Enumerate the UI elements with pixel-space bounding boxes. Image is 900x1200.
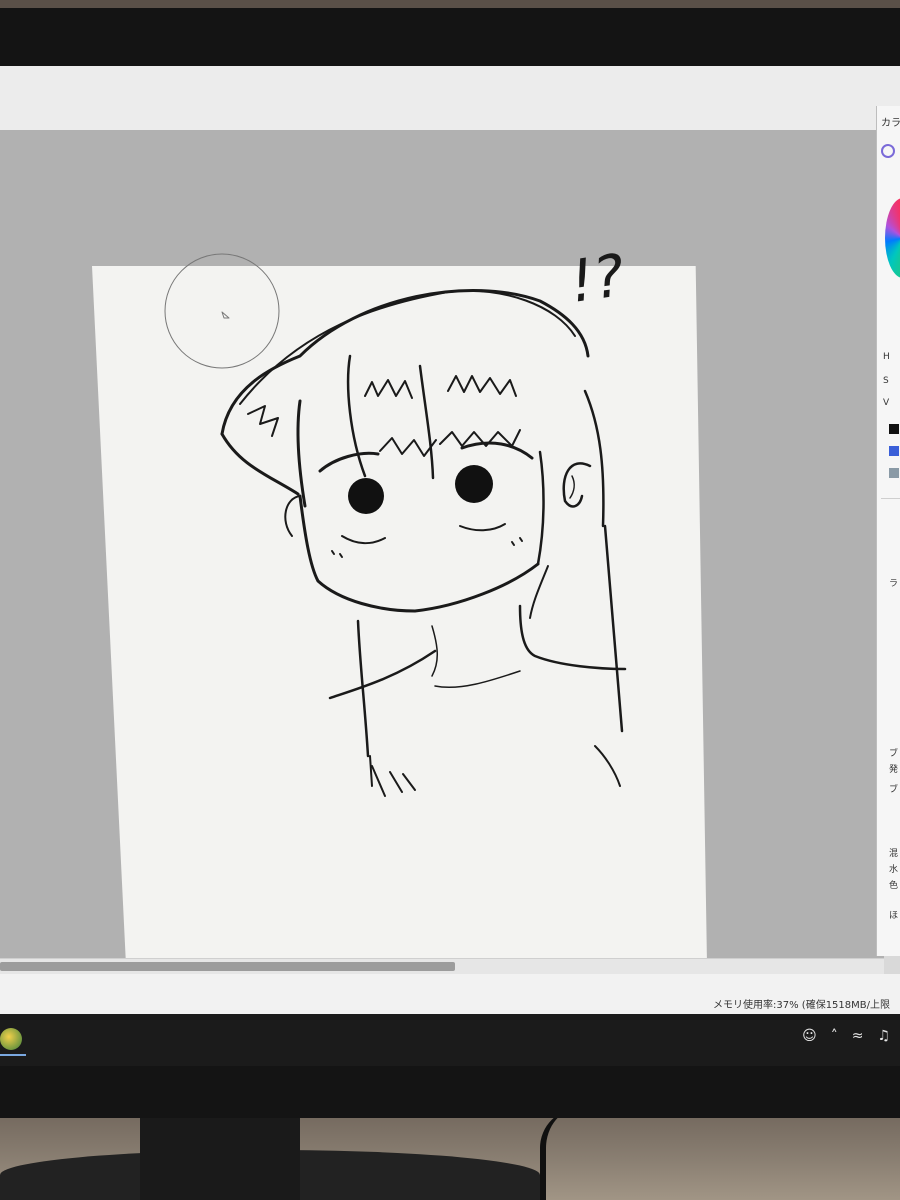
neck-shoulder-left xyxy=(328,649,437,700)
hair-left-tuft xyxy=(220,432,300,496)
taskbar: ☺ ˄ ≈ ♫ xyxy=(0,1014,900,1066)
swatch-blue[interactable] xyxy=(889,446,899,456)
cheek-right xyxy=(511,537,523,546)
hair-fringe-2 xyxy=(447,375,517,397)
face-right-edge xyxy=(536,450,545,566)
face-outline xyxy=(298,494,540,613)
photo-scene: !? カラ H S V ラ ブ 発 ブ 混 水 色 ほ メモリ使用率:37% (… xyxy=(0,0,900,1200)
chevron-up-icon[interactable]: ˄ xyxy=(831,1028,838,1044)
brow-right xyxy=(460,441,534,460)
monitor-stand xyxy=(140,1112,300,1200)
panel-label-5: 混 xyxy=(889,849,899,859)
monitor-bezel: !? カラ H S V ラ ブ 発 ブ 混 水 色 ほ メモリ使用率:37% (… xyxy=(0,8,900,1118)
color-wheel-icon[interactable] xyxy=(881,144,895,158)
arm-right xyxy=(594,745,621,787)
panel-label-4: ブ xyxy=(889,785,899,795)
hair-fringe-3 xyxy=(379,437,437,457)
arm-left xyxy=(369,755,416,797)
hair-strand-1 xyxy=(346,354,367,478)
monitor-screen: !? カラ H S V ラ ブ 発 ブ 混 水 色 ほ メモリ使用率:37% (… xyxy=(0,66,900,1066)
hair-outline xyxy=(220,288,590,436)
wifi-icon[interactable]: ≈ xyxy=(852,1028,864,1044)
saturation-label: S xyxy=(883,376,889,386)
panel-label-1: ラ xyxy=(889,579,899,589)
active-app-indicator xyxy=(0,1054,26,1056)
brow-left xyxy=(318,451,380,473)
hue-label: H xyxy=(883,352,890,362)
collarbone xyxy=(434,670,521,689)
people-icon[interactable]: ☺ xyxy=(802,1028,817,1044)
panel-divider xyxy=(881,498,900,499)
panel-title: カラ xyxy=(881,118,900,129)
value-label: V xyxy=(883,398,890,408)
hair-fringe-1 xyxy=(364,379,413,399)
hair-left-tuft-detail xyxy=(247,405,279,437)
panel-label-7: 色 xyxy=(889,881,899,891)
brush-cursor-circle xyxy=(164,253,280,369)
panel-label-8: ほ xyxy=(889,911,899,921)
eye-left-lid xyxy=(341,535,386,544)
eye-right xyxy=(455,465,493,503)
eye-left xyxy=(348,478,384,514)
hair-strand-2 xyxy=(418,364,435,480)
panel-label-2: ブ xyxy=(889,749,899,759)
hair-side-right xyxy=(583,389,605,528)
color-panel: カラ H S V ラ ブ 発 ブ 混 水 色 ほ xyxy=(876,106,900,956)
ear-right-inner xyxy=(569,475,575,499)
scrollbar-thumb[interactable] xyxy=(0,962,455,971)
hair-strand-3 xyxy=(296,399,307,508)
cable xyxy=(540,1108,626,1200)
swatch-gray[interactable] xyxy=(889,468,899,478)
cheek-left xyxy=(331,550,343,558)
hair-back-line xyxy=(529,565,549,619)
panel-label-6: 水 xyxy=(889,865,899,875)
system-tray: ☺ ˄ ≈ ♫ xyxy=(802,1026,890,1046)
horizontal-scrollbar[interactable] xyxy=(0,958,884,975)
status-bar: メモリ使用率:37% (確保1518MB/上限 xyxy=(0,974,900,1014)
panel-label-3: 発 xyxy=(889,765,899,775)
swatch-black[interactable] xyxy=(889,424,899,434)
ear-left xyxy=(284,495,301,537)
app-icon[interactable] xyxy=(0,1028,22,1050)
speaker-icon[interactable]: ♫ xyxy=(877,1028,890,1044)
body-right xyxy=(603,524,624,733)
color-wheel[interactable] xyxy=(885,198,900,278)
neck-right xyxy=(518,604,627,671)
ear-right xyxy=(562,462,592,508)
memory-status-text: メモリ使用率:37% (確保1518MB/上限 xyxy=(713,1000,890,1011)
sketch-layer: !? xyxy=(164,241,629,797)
cursor-arrow-icon xyxy=(221,311,230,319)
exclamation-question-text: !? xyxy=(566,241,629,316)
eye-right-lid xyxy=(459,523,506,532)
